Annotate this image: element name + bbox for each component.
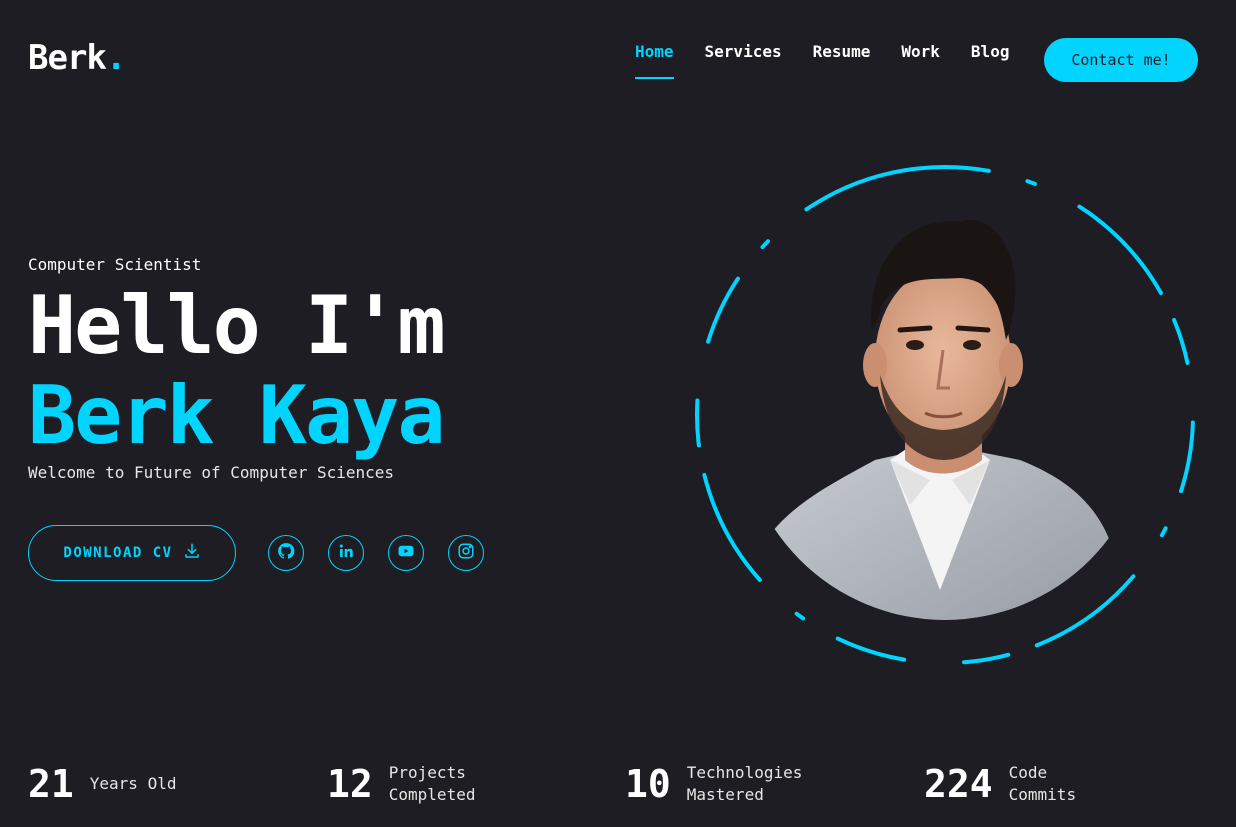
download-cv-label: DOWNLOAD CV: [63, 545, 173, 561]
stat-number: 224: [924, 762, 993, 806]
logo[interactable]: Berk.: [28, 38, 127, 78]
instagram-link[interactable]: [448, 535, 484, 571]
download-cv-button[interactable]: DOWNLOAD CV: [28, 525, 236, 581]
nav-work[interactable]: Work: [901, 42, 940, 79]
stat-label: Projects Completed: [389, 762, 476, 806]
linkedin-link[interactable]: [328, 535, 364, 571]
linkedin-icon: [338, 543, 354, 563]
stat-label: Code Commits: [1009, 762, 1076, 806]
hero-role: Computer Scientist: [28, 255, 202, 274]
stat-projects: 12 Projects Completed: [327, 762, 475, 806]
download-icon: [183, 542, 201, 564]
stat-label: Technologies Mastered: [687, 762, 803, 806]
stat-label-line1: Years Old: [89, 774, 177, 793]
stat-number: 12: [327, 762, 373, 806]
stat-label-line1: Technologies: [686, 763, 803, 782]
stat-technologies: 10 Technologies Mastered: [625, 762, 802, 806]
github-icon: [277, 542, 295, 564]
nav-blog[interactable]: Blog: [971, 42, 1010, 79]
stat-label: Years Old: [90, 773, 177, 795]
stat-label-line2: Completed: [388, 785, 476, 804]
nav-home[interactable]: Home: [635, 42, 674, 79]
instagram-icon: [457, 542, 475, 564]
stat-commits: 224 Code Commits: [924, 762, 1076, 806]
stats-bar: 21 Years Old 12 Projects Completed 10 Tec…: [28, 762, 1208, 812]
stat-number: 21: [28, 762, 74, 806]
social-links: [268, 535, 484, 571]
stat-number: 10: [625, 762, 671, 806]
stat-label-line1: Code: [1008, 763, 1048, 782]
logo-text: Berk: [28, 38, 107, 78]
stat-years: 21 Years Old: [28, 762, 176, 806]
stat-label-line1: Projects: [388, 763, 466, 782]
contact-button[interactable]: Contact me!: [1044, 38, 1198, 82]
stat-label-line2: Mastered: [686, 785, 764, 804]
main-nav: Home Services Resume Work Blog: [635, 42, 1040, 79]
hero-greeting: Hello I'm: [28, 279, 445, 372]
youtube-icon: [397, 542, 415, 564]
nav-services[interactable]: Services: [705, 42, 782, 79]
hero-name: Berk Kaya: [28, 369, 445, 462]
github-link[interactable]: [268, 535, 304, 571]
youtube-link[interactable]: [388, 535, 424, 571]
nav-resume[interactable]: Resume: [813, 42, 871, 79]
stat-label-line2: Commits: [1008, 785, 1077, 804]
profile-photo-frame: [690, 160, 1200, 670]
profile-photo: [740, 210, 1150, 620]
logo-dot: .: [105, 38, 127, 78]
hero-tagline: Welcome to Future of Computer Sciences: [28, 463, 395, 482]
